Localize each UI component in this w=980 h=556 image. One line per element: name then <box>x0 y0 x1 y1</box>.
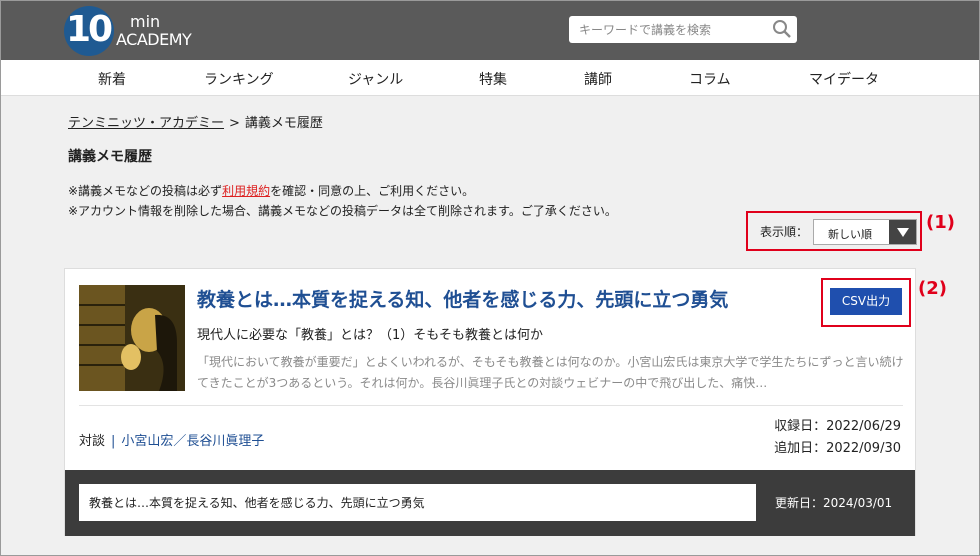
lecture-title-link[interactable]: 教養とは…本質を捉える知、他者を感じる力、先頭に立つ勇気 <box>197 285 728 312</box>
nav-item-feature[interactable]: 特集 <box>479 69 507 89</box>
lecture-category: 対談 <box>79 434 106 449</box>
search-box <box>569 16 797 43</box>
lecture-description: 「現代において教養が重要だ」とよくいわれるが、そもそも教養とは何なのか。小宮山宏… <box>197 355 904 390</box>
breadcrumb-home-link[interactable]: テンミニッツ・アカデミー <box>68 116 224 131</box>
main-nav: 新着 ランキング ジャンル 特集 講師 コラム マイデータ <box>0 60 980 96</box>
lecture-subtitle[interactable]: 現代人に必要な「教養」とは？（1）そもそも教養とは何か <box>197 324 543 343</box>
notice-prefix: ※講義メモなどの投稿は必ず <box>68 184 223 198</box>
chevron-down-icon[interactable] <box>889 220 916 244</box>
search-input[interactable] <box>569 16 765 43</box>
lecture-dates: 収録日：2022/06/29 追加日：2022/09/30 <box>774 416 901 460</box>
annotation-1: (1) <box>926 212 955 233</box>
page-title: 講義メモ履歴 <box>68 149 152 165</box>
notice-line-2: ※アカウント情報を削除した場合、講義メモなどの投稿データは全て削除されます。ご了… <box>68 204 617 218</box>
nav-item-genre[interactable]: ジャンル <box>348 69 403 89</box>
terms-link[interactable]: 利用規約 <box>222 184 270 198</box>
card-divider <box>79 405 903 406</box>
csv-export-button[interactable]: CSV出力 <box>830 288 902 315</box>
lecturer-links[interactable]: 小宮山宏／長谷川眞理子 <box>121 434 264 449</box>
notice-suffix: を確認・同意の上、ご利用ください。 <box>270 184 475 198</box>
nav-item-lecturers[interactable]: 講師 <box>584 69 612 89</box>
meta-separator: | <box>111 434 116 449</box>
logo-academy-text: ACADEMY <box>116 30 192 49</box>
sort-control-highlight: 表示順： 新しい順 <box>746 211 922 251</box>
notice-line-1: ※講義メモなどの投稿は必ず利用規約を確認・同意の上、ご利用ください。 <box>68 181 617 201</box>
logo-number: 10 <box>66 9 113 50</box>
sort-select[interactable]: 新しい順 <box>813 219 917 245</box>
lecture-thumbnail[interactable] <box>79 285 185 391</box>
notice-text: ※講義メモなどの投稿は必ず利用規約を確認・同意の上、ご利用ください。 ※アカウン… <box>68 181 617 221</box>
nav-item-ranking[interactable]: ランキング <box>204 69 274 89</box>
site-header: 10 min ACADEMY <box>0 0 980 60</box>
thumbnail-art-icon <box>79 285 185 391</box>
memo-updated-date: 更新日：2024/03/01 <box>775 496 893 510</box>
site-logo[interactable]: 10 min ACADEMY <box>64 6 214 56</box>
memo-text: 教養とは…本質を捉える知、他者を感じる力、先頭に立つ勇気 <box>89 496 425 510</box>
annotation-2: (2) <box>918 278 947 299</box>
added-date: 追加日：2022/09/30 <box>774 441 901 456</box>
memo-entry[interactable]: 教養とは…本質を捉える知、他者を感じる力、先頭に立つ勇気 <box>79 484 756 521</box>
breadcrumb-current: 講義メモ履歴 <box>244 116 323 131</box>
sort-label: 表示順： <box>760 225 809 239</box>
breadcrumb-separator: > <box>229 116 240 131</box>
lecture-meta: 対談 | 小宮山宏／長谷川眞理子 <box>79 430 264 449</box>
recorded-date: 収録日：2022/06/29 <box>774 419 901 434</box>
logo-min-text: min <box>130 12 161 31</box>
search-icon[interactable] <box>772 19 792 39</box>
nav-item-new[interactable]: 新着 <box>98 69 126 89</box>
nav-item-column[interactable]: コラム <box>689 69 731 89</box>
lecture-card: 教養とは…本質を捉える知、他者を感じる力、先頭に立つ勇気 CSV出力 現代人に必… <box>64 268 916 536</box>
breadcrumb: テンミニッツ・アカデミー > 講義メモ履歴 <box>68 112 323 131</box>
memo-bar: 教養とは…本質を捉える知、他者を感じる力、先頭に立つ勇気 更新日：2024/03… <box>65 470 915 536</box>
nav-item-mydata[interactable]: マイデータ <box>809 69 879 89</box>
sort-selected-value: 新しい順 <box>828 228 872 241</box>
csv-button-highlight: CSV出力 <box>821 278 911 327</box>
